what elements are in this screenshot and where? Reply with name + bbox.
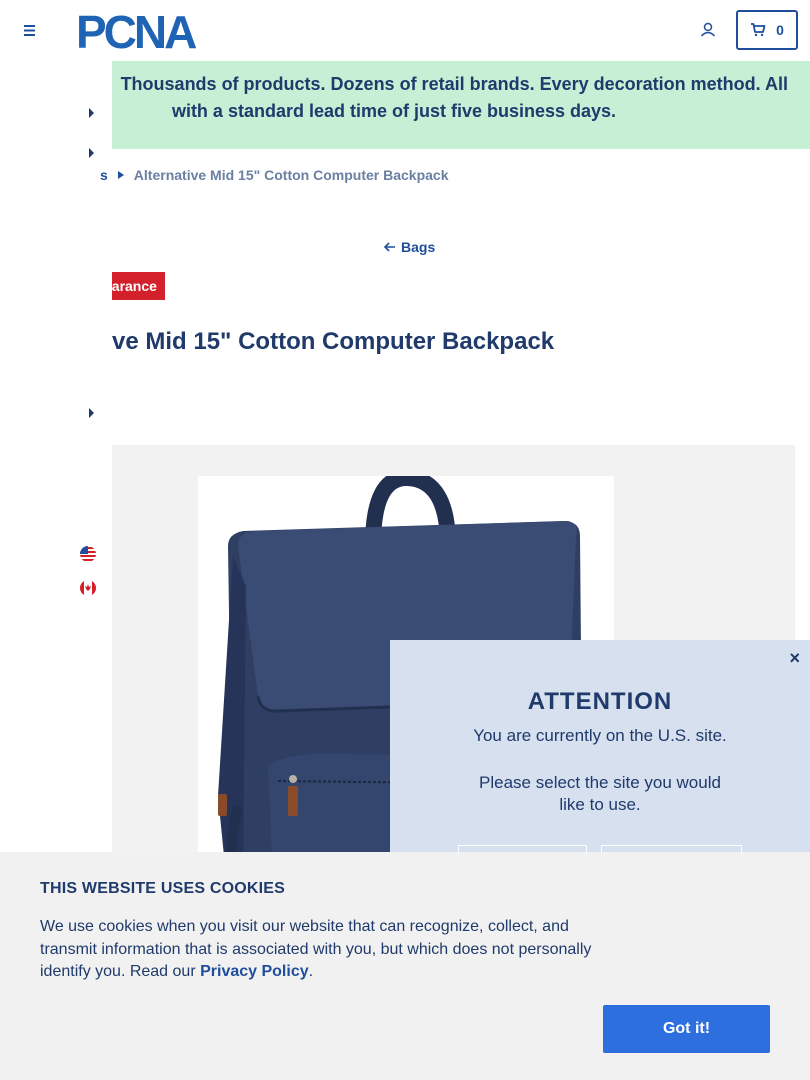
cart-button[interactable]: 0 [736, 10, 798, 50]
expand-caret-icon[interactable] [88, 148, 96, 158]
privacy-policy-link[interactable]: Privacy Policy [200, 963, 309, 980]
breadcrumb-current: Alternative Mid 15" Cotton Computer Back… [133, 167, 449, 183]
canada-flag-icon[interactable] [80, 580, 96, 596]
banner-line-2: with a standard lead time of just five b… [171, 101, 617, 121]
cookie-period: . [308, 963, 314, 980]
logo-text: PCNA [76, 10, 196, 52]
site-header: PCNA 0 [0, 0, 810, 61]
modal-message-current-site: You are currently on the U.S. site. [473, 726, 727, 745]
back-to-bags-link[interactable]: Bags [384, 239, 435, 255]
side-navigation-panel [0, 61, 112, 861]
cookie-text: We use cookies when you visit our websit… [40, 916, 610, 984]
modal-heading: ATTENTION [527, 688, 673, 715]
banner-line-1: Thousands of products. Dozens of retail … [120, 74, 788, 94]
back-link-label: Bags [401, 239, 436, 255]
expand-caret-icon[interactable] [88, 408, 96, 418]
promo-banner: Thousands of products. Dozens of retail … [0, 61, 810, 149]
us-flag-icon[interactable] [80, 546, 96, 562]
expand-caret-icon[interactable] [88, 108, 96, 118]
breadcrumb: s Alternative Mid 15" Cotton Computer Ba… [100, 167, 449, 183]
user-icon[interactable] [696, 18, 720, 42]
cart-icon [751, 23, 766, 37]
accept-cookies-button[interactable]: Got it! [603, 1005, 770, 1053]
cookie-body: We use cookies when you visit our websit… [40, 918, 592, 980]
cookie-heading: THIS WEBSITE USES COOKIES [40, 880, 286, 897]
cart-count: 0 [776, 22, 784, 38]
arrow-left-icon [384, 242, 395, 252]
site-selection-modal: × ATTENTION You are currently on the U.S… [390, 640, 810, 875]
breadcrumb-parent-link[interactable]: s [100, 167, 108, 183]
hamburger-menu-icon[interactable] [16, 18, 40, 42]
pcna-logo[interactable]: PCNA [76, 6, 226, 58]
cookie-banner: THIS WEBSITE USES COOKIES We use cookies… [0, 852, 810, 1080]
close-icon[interactable]: × [789, 648, 800, 669]
triangle-right-icon [117, 171, 124, 179]
modal-message-select-site: Please select the site you would like to… [479, 773, 721, 814]
product-title: ve Mid 15" Cotton Computer Backpack [112, 328, 555, 355]
